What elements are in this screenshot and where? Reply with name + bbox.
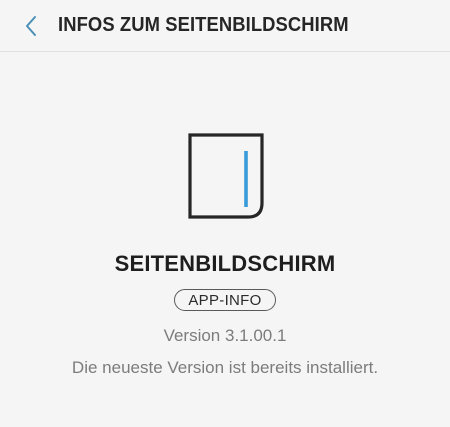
edge-screen-icon — [186, 133, 264, 219]
app-info-button[interactable]: APP-INFO — [174, 289, 276, 311]
top-app-bar: INFOS ZUM SEITENBILDSCHIRM — [0, 0, 450, 52]
version-text: Version 3.1.00.1 — [163, 326, 287, 345]
back-button[interactable] — [8, 0, 54, 52]
app-info-screen: INFOS ZUM SEITENBILDSCHIRM SEITENBILDSCH… — [0, 0, 450, 427]
app-name: SEITENBILDSCHIRM — [114, 251, 336, 276]
chevron-left-icon — [24, 15, 38, 37]
page-title: INFOS ZUM SEITENBILDSCHIRM — [58, 14, 349, 36]
update-status-text: Die neueste Version ist bereits installi… — [71, 358, 379, 377]
app-details: SEITENBILDSCHIRM APP-INFO Version 3.1.00… — [0, 53, 450, 427]
